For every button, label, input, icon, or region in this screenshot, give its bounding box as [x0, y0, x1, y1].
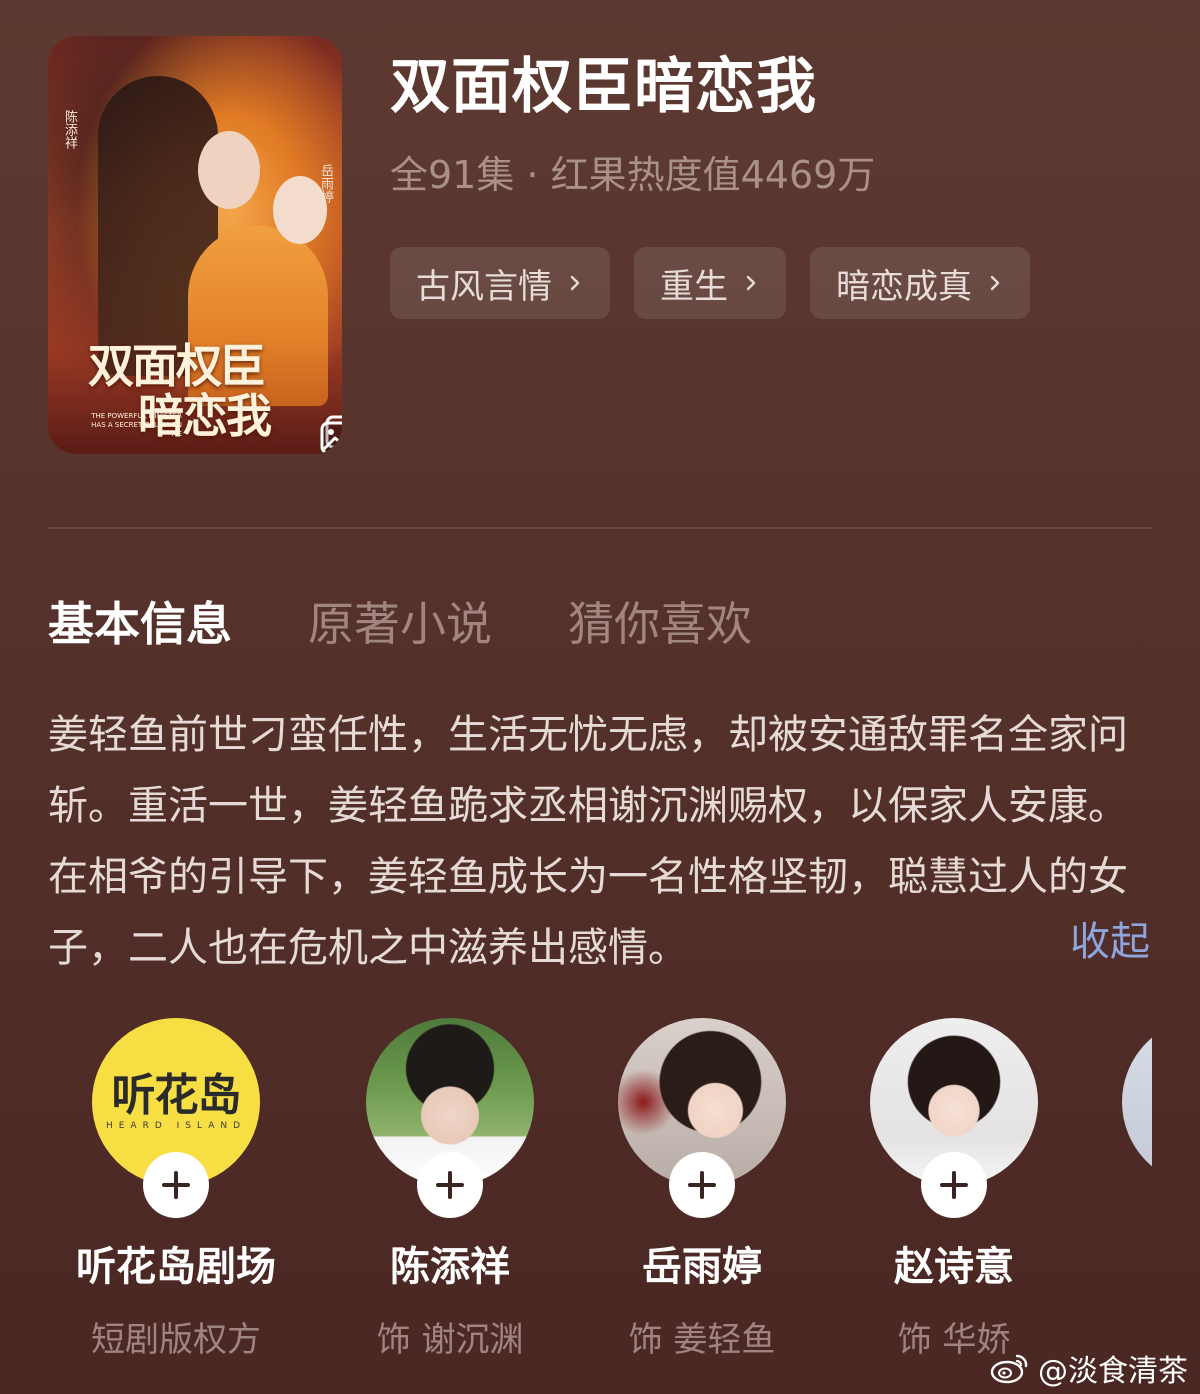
plus-icon [162, 1171, 190, 1199]
cast-item-actor[interactable]: 岳雨婷 饰 姜轻鱼 [576, 1018, 828, 1358]
cast-list: 听花岛 HEARD ISLAND 听花岛剧场 短剧版权方 陈添祥 饰 谢沉渊 岳… [0, 1018, 1152, 1358]
tag-label: 重生 [660, 266, 728, 307]
poster-actor-female: 岳雨婷 [318, 164, 333, 203]
poster-actor-male: 陈添祥 [62, 110, 77, 149]
actor-photo [1122, 1018, 1152, 1186]
avatar[interactable] [870, 1018, 1038, 1218]
synopsis-text: 姜轻鱼前世刁蛮任性，生活无忧无虑，却被安通敌罪名全家问斩。重活一世，姜轻鱼跪求丞… [48, 712, 1128, 971]
follow-button[interactable] [417, 1152, 483, 1218]
drama-title: 双面权臣暗恋我 [390, 52, 817, 122]
cast-role: 饰 谢沉渊 [376, 1320, 524, 1358]
cast-item-actor[interactable]: 赵诗意 饰 华娇 [828, 1018, 1080, 1358]
collapse-button[interactable]: 收起 [1070, 914, 1150, 970]
plus-icon [688, 1171, 716, 1199]
chevron-right-icon [570, 275, 580, 291]
info-tabs: 基本信息 原著小说 猜你喜欢 [48, 588, 752, 654]
cast-item-producer[interactable]: 听花岛 HEARD ISLAND 听花岛剧场 短剧版权方 [50, 1018, 302, 1358]
follow-button[interactable] [669, 1152, 735, 1218]
tag-label: 古风言情 [416, 266, 552, 307]
tag-label: 暗恋成真 [836, 266, 972, 307]
tab-recommendations[interactable]: 猜你喜欢 [568, 588, 752, 654]
avatar[interactable]: 听花岛 HEARD ISLAND [92, 1018, 260, 1218]
plus-icon [940, 1171, 968, 1199]
chevron-right-icon [990, 275, 1000, 291]
section-divider [48, 527, 1152, 529]
follow-button[interactable] [143, 1152, 209, 1218]
cast-item-actor-partial[interactable] [1080, 1018, 1152, 1234]
plus-icon [436, 1171, 464, 1199]
gallery-icon[interactable] [318, 414, 342, 454]
drama-meta: 全91集 · 红果热度值4469万 [390, 153, 876, 197]
poster-male-face [198, 131, 260, 209]
weibo-watermark: @淡食清茶 [990, 1346, 1188, 1390]
watermark-text: @淡食清茶 [1038, 1354, 1188, 1389]
tab-basic-info[interactable]: 基本信息 [48, 588, 232, 654]
cast-role: 饰 姜轻鱼 [628, 1320, 776, 1358]
cast-name: 陈添祥 [390, 1244, 510, 1290]
cast-role: 短剧版权方 [91, 1320, 261, 1358]
avatar[interactable] [1122, 1018, 1152, 1186]
cast-name: 听花岛剧场 [76, 1244, 276, 1290]
tag-gufeng-yanqing[interactable]: 古风言情 [390, 247, 610, 319]
genre-tags: 古风言情 重生 暗恋成真 [390, 247, 1030, 319]
drama-poster[interactable]: 陈添祥 岳雨婷 双面权臣 暗恋我 THE POWERFUL MINISTER H… [48, 36, 342, 454]
avatar[interactable] [618, 1018, 786, 1218]
tag-chongsheng[interactable]: 重生 [634, 247, 786, 319]
cast-name: 赵诗意 [894, 1244, 1014, 1290]
cast-item-actor[interactable]: 陈添祥 饰 谢沉渊 [324, 1018, 576, 1358]
tag-anlian-chengzhen[interactable]: 暗恋成真 [810, 247, 1030, 319]
tab-original-novel[interactable]: 原著小说 [308, 588, 492, 654]
poster-english-title: THE POWERFUL MINISTER HAS A SECRET CRUSH… [91, 412, 182, 438]
follow-button[interactable] [921, 1152, 987, 1218]
chevron-right-icon [746, 275, 756, 291]
cast-name: 岳雨婷 [642, 1244, 762, 1290]
avatar[interactable] [366, 1018, 534, 1218]
weibo-icon [990, 1354, 1028, 1384]
